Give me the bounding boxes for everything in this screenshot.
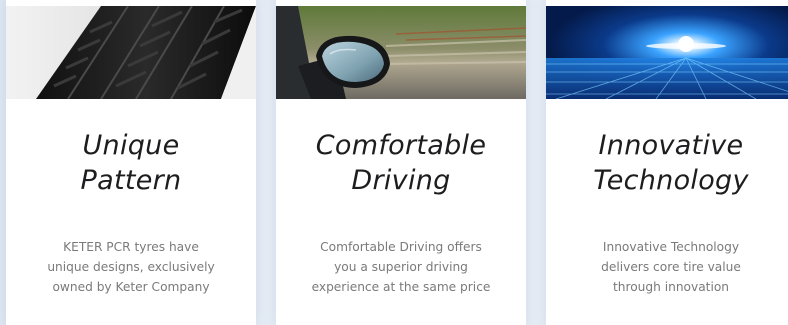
card-description-line: owned by Keter Company bbox=[52, 280, 210, 294]
card-title: Comfortable Driving bbox=[276, 128, 526, 198]
card-title-line: Innovative bbox=[598, 130, 744, 161]
card-title-line: Driving bbox=[351, 165, 451, 196]
card-title-line: Comfortable bbox=[315, 130, 487, 161]
feature-card-innovative-technology: Innovative Technology Innovative Technol… bbox=[546, 0, 788, 325]
card-description-line: through innovation bbox=[612, 280, 730, 294]
card-title: Innovative Technology bbox=[546, 128, 788, 198]
car-side-mirror-image bbox=[276, 6, 526, 99]
card-description-line: Comfortable Driving offers bbox=[320, 240, 482, 254]
card-description: Innovative Technology delivers core tire… bbox=[566, 237, 776, 297]
card-description: KETER PCR tyres have unique designs, exc… bbox=[26, 237, 236, 297]
feature-card-unique-pattern: Unique Pattern KETER PCR tyres have uniq… bbox=[6, 0, 256, 325]
card-description-line: you a superior driving bbox=[334, 260, 468, 274]
card-title-line: Technology bbox=[593, 165, 749, 196]
card-description-line: Innovative Technology bbox=[602, 240, 740, 254]
card-title: Unique Pattern bbox=[6, 128, 256, 198]
feature-card-comfortable-driving: Comfortable Driving Comfortable Driving … bbox=[276, 0, 526, 325]
tire-tread-image bbox=[6, 6, 256, 99]
card-description-line: experience at the same price bbox=[311, 280, 491, 294]
card-title-line: Pattern bbox=[80, 165, 182, 196]
card-description: Comfortable Driving offers you a superio… bbox=[296, 237, 506, 297]
technology-light-grid-image bbox=[546, 6, 788, 99]
card-description-line: unique designs, exclusively bbox=[47, 260, 215, 274]
card-description-line: KETER PCR tyres have bbox=[63, 240, 199, 254]
card-title-line: Unique bbox=[82, 130, 180, 161]
card-description-line: delivers core tire value bbox=[601, 260, 741, 274]
